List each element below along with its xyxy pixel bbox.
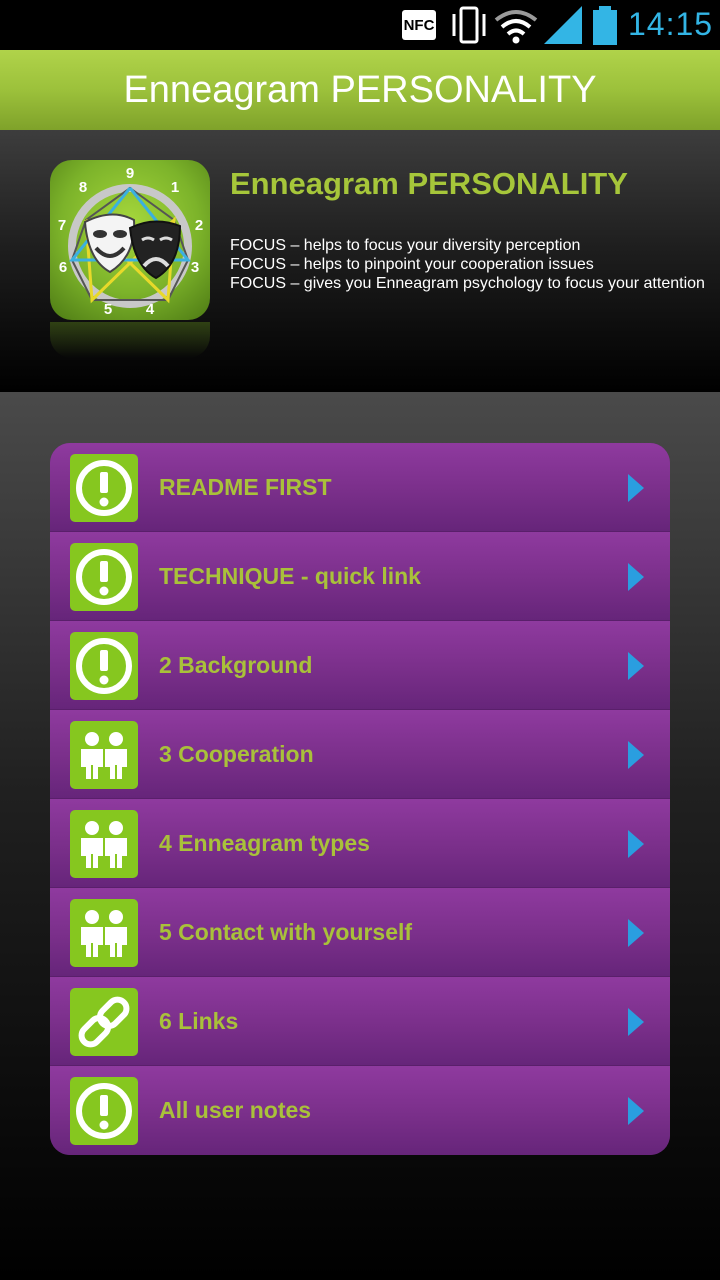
svg-text:2: 2 (195, 217, 203, 234)
signal-icon (544, 6, 582, 44)
main-menu: README FIRST TECHNIQUE - quick link 2 Ba… (50, 443, 670, 1155)
menu-item-label: 4 Enneagram types (159, 830, 370, 856)
menu-item-label: 5 Contact with yourself (159, 919, 413, 945)
svg-text:5: 5 (104, 301, 112, 318)
status-bar: NFC 14:15 (0, 0, 720, 50)
menu-item-cooperation[interactable]: 3 Cooperation (50, 710, 670, 799)
focus-description: FOCUS – helps to focus your diversity pe… (230, 236, 705, 293)
menu-item-label: README FIRST (159, 474, 332, 500)
svg-text:6: 6 (59, 259, 67, 276)
enneagram-masks-icon: 9 1 2 3 4 5 6 7 8 (58, 165, 203, 318)
svg-text:7: 7 (58, 217, 66, 234)
chevron-right-icon (628, 652, 644, 680)
focus-line: FOCUS – helps to pinpoint your cooperati… (230, 256, 594, 273)
app-name-heading: Enneagram PERSONALITY (230, 166, 628, 201)
clock: 14:15 (628, 6, 714, 42)
menu-item-readme-first[interactable]: README FIRST (50, 443, 670, 532)
chevron-right-icon (628, 563, 644, 591)
focus-line: FOCUS – helps to focus your diversity pe… (230, 237, 581, 254)
chevron-right-icon (628, 1097, 644, 1125)
content-area: README FIRST TECHNIQUE - quick link 2 Ba… (0, 392, 720, 1280)
battery-icon (593, 6, 617, 45)
chevron-right-icon (628, 741, 644, 769)
menu-item-technique[interactable]: TECHNIQUE - quick link (50, 532, 670, 621)
exclamation-icon (70, 1077, 138, 1145)
menu-item-background[interactable]: 2 Background (50, 621, 670, 710)
menu-item-contact-with-yourself[interactable]: 5 Contact with yourself (50, 888, 670, 977)
vibrate-icon (452, 6, 486, 44)
svg-text:3: 3 (191, 259, 199, 276)
exclamation-icon (70, 454, 138, 522)
people-icon (70, 810, 138, 878)
svg-text:4: 4 (146, 301, 155, 318)
svg-text:9: 9 (126, 165, 134, 182)
exclamation-icon (70, 632, 138, 700)
wifi-icon (494, 10, 538, 44)
people-icon (70, 721, 138, 789)
app-logo-icon: 9 1 2 3 4 5 6 7 8 (50, 160, 210, 320)
chevron-right-icon (628, 919, 644, 947)
menu-item-label: 3 Cooperation (159, 741, 314, 767)
menu-item-label: 6 Links (159, 1008, 239, 1034)
menu-item-links[interactable]: 6 Links (50, 977, 670, 1066)
chain-link-icon (70, 988, 138, 1056)
people-icon (70, 899, 138, 967)
menu-item-label: TECHNIQUE - quick link (159, 563, 421, 589)
focus-line: FOCUS – gives you Enneagram psychology t… (230, 275, 705, 292)
exclamation-icon (70, 543, 138, 611)
svg-text:8: 8 (79, 179, 87, 196)
menu-item-label: 2 Background (159, 652, 313, 678)
chevron-right-icon (628, 1008, 644, 1036)
app-logo-reflection (50, 322, 210, 358)
title-bar: Enneagram PERSONALITY (0, 50, 720, 130)
app-header: 9 1 2 3 4 5 6 7 8 Enneagram PERSONALITY … (0, 130, 720, 392)
chevron-right-icon (628, 474, 644, 502)
menu-item-all-user-notes[interactable]: All user notes (50, 1066, 670, 1155)
menu-item-label: All user notes (159, 1097, 312, 1123)
page-title: Enneagram PERSONALITY (123, 68, 597, 111)
chevron-right-icon (628, 830, 644, 858)
menu-item-enneagram-types[interactable]: 4 Enneagram types (50, 799, 670, 888)
nfc-icon: NFC (402, 10, 436, 40)
svg-text:1: 1 (171, 179, 179, 196)
